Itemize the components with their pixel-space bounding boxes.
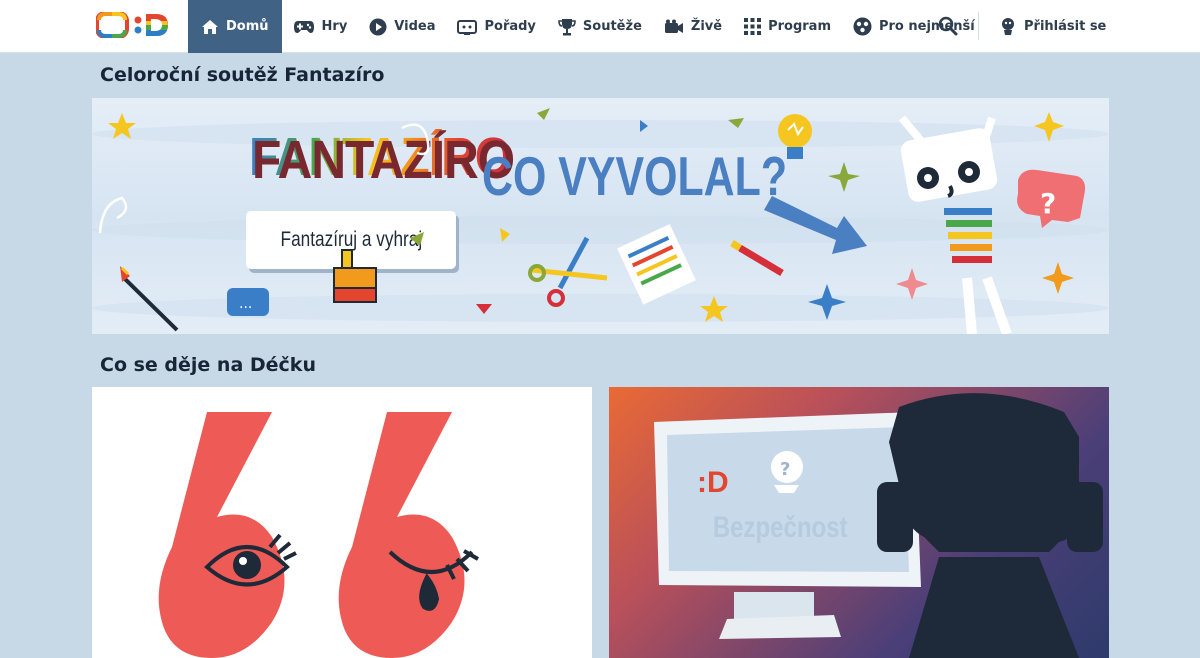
nav-item-label: Živě	[690, 19, 723, 34]
fantazíruj-button[interactable]: Fantazíruj a vyhraj	[246, 211, 456, 269]
grid-icon	[744, 18, 762, 35]
pencil-icon	[730, 240, 784, 277]
camera-icon	[664, 19, 683, 33]
trophy-icon	[558, 18, 576, 35]
nav-item-label: Hry	[321, 19, 348, 34]
nav-item-videa[interactable]: Videa	[358, 0, 446, 53]
quote-marks-card[interactable]	[92, 387, 592, 658]
home-icon	[202, 19, 218, 34]
banner-wave	[92, 294, 1109, 322]
nav-item-souteze[interactable]: Soutěže	[547, 0, 653, 53]
gamepad-icon	[293, 20, 314, 33]
login-button[interactable]: Přihlásit se	[1000, 0, 1106, 53]
svg-text::D: :D	[697, 466, 729, 499]
bezpecnost-card[interactable]: :D ? Bezpečnost	[609, 387, 1109, 658]
nav-item-zive[interactable]: Živě	[653, 0, 733, 53]
question-bubble-icon: ?	[1017, 169, 1086, 228]
cta-label: Fantazíruj a vyhraj	[280, 228, 422, 251]
nav-item-label: Pro nejmenší	[878, 19, 975, 34]
bezpecnost-text: Bezpečnost	[712, 511, 848, 544]
nav-item-label: Soutěže	[582, 19, 642, 34]
user-icon	[1002, 18, 1014, 35]
section-title-news: Co se děje na Déčku	[100, 354, 316, 376]
confetti-icon	[537, 108, 550, 120]
toy-icon	[853, 17, 872, 36]
main-menu: Domů Hry Videa Pořady Soutěže Živě Progr…	[188, 0, 986, 53]
banner-wave	[92, 216, 1109, 244]
nav-item-label: Pořady	[484, 19, 536, 34]
search-icon[interactable]	[938, 16, 958, 36]
sparkle-icon	[896, 268, 928, 300]
paintbrush-icon	[120, 266, 179, 332]
banner-headline: CO VYVOLAL?	[482, 145, 788, 207]
section-title-contest: Celoroční soutěž Fantazíro	[100, 64, 385, 86]
bezpecnost-label: Bezpečnost	[705, 508, 855, 548]
nav-item-label: Domů	[226, 19, 269, 34]
nav-item-porady[interactable]: Pořady	[446, 0, 546, 53]
fantaziro-logo: FANTAZÍRO	[249, 127, 512, 188]
nav-item-pro-nejmensi[interactable]: Pro nejmenší	[842, 0, 986, 53]
top-navigation: Domů Hry Videa Pořady Soutěže Živě Progr…	[0, 0, 1200, 53]
ct-decko-logo[interactable]	[96, 12, 172, 38]
tv-icon	[457, 19, 478, 35]
login-label: Přihlásit se	[1024, 19, 1107, 34]
quote-marks-icon	[158, 412, 479, 658]
silhouette-icon	[889, 393, 1079, 552]
nav-item-domu[interactable]: Domů	[188, 0, 282, 53]
play-icon	[369, 18, 387, 35]
nav-item-program[interactable]: Program	[733, 0, 842, 53]
svg-text:?: ?	[780, 459, 790, 480]
svg-text:?: ?	[1040, 187, 1056, 220]
fantaziro-logo-text: FANTAZÍRO	[249, 127, 512, 188]
sparkle-icon	[828, 162, 860, 192]
sparkle-icon	[1042, 262, 1074, 294]
monitor-illustration: :D ?	[654, 393, 1103, 658]
nav-item-label: Videa	[394, 19, 436, 34]
nav-item-hry[interactable]: Hry	[282, 0, 359, 53]
nav-item-label: Program	[768, 19, 831, 34]
nav-divider	[978, 12, 979, 40]
fantaziro-banner[interactable]: FANTAZÍRO CO VYVOLAL? Fantazíruj a vyhra…	[92, 98, 1109, 334]
